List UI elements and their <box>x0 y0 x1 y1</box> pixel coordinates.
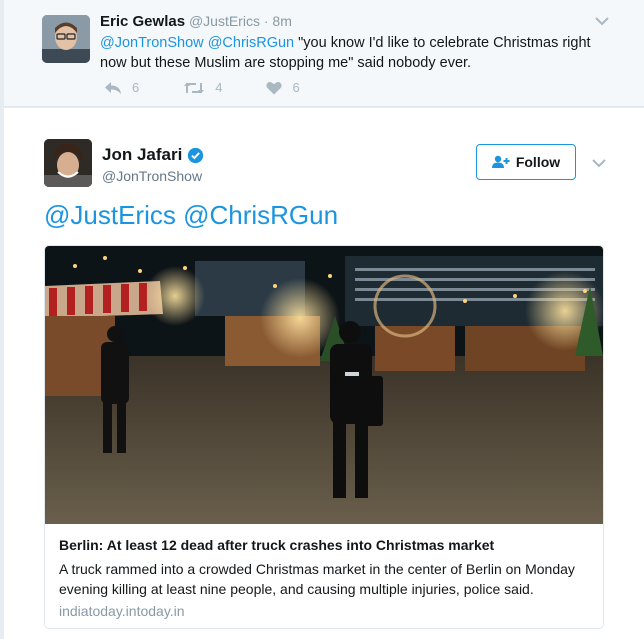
reply-author-name[interactable]: Eric Gewlas <box>100 13 185 30</box>
like-count: 6 <box>292 80 300 95</box>
follow-label: Follow <box>515 154 561 170</box>
like-button[interactable]: 6 <box>266 80 300 95</box>
card-body: Berlin: At least 12 dead after truck cra… <box>59 536 599 619</box>
retweet-count: 4 <box>215 80 223 95</box>
heart-icon <box>266 81 283 94</box>
card-description: A truck rammed into a crowded Christmas … <box>59 561 575 597</box>
link-card[interactable]: Berlin: At least 12 dead after truck cra… <box>44 245 604 629</box>
follow-button[interactable]: Follow <box>476 144 576 180</box>
reply-count: 6 <box>132 80 140 95</box>
author-handle[interactable]: @JonTronShow <box>102 168 202 184</box>
reply-icon <box>105 81 121 94</box>
retweet-icon <box>184 82 205 93</box>
mention-link[interactable]: @JonTronShow <box>100 35 204 51</box>
reply-separator: · <box>263 13 269 29</box>
add-user-icon <box>491 155 510 168</box>
main-avatar[interactable] <box>44 139 92 187</box>
card-title[interactable]: Berlin: At least 12 dead after truck cra… <box>59 536 599 555</box>
reply-button[interactable]: 6 <box>104 80 139 95</box>
reply-timestamp[interactable]: 8m <box>272 13 291 29</box>
chevron-down-icon[interactable] <box>594 14 610 28</box>
reply-tweet[interactable]: Eric Gewlas @JustErics · 8m @JonTronShow… <box>4 0 644 107</box>
chevron-down-icon[interactable] <box>591 156 607 170</box>
reply-avatar[interactable] <box>42 15 90 63</box>
tweet-text[interactable]: @JustErics @ChrisRGun <box>44 200 338 231</box>
retweet-button[interactable]: 4 <box>183 80 222 95</box>
author-name[interactable]: Jon Jafari <box>102 145 182 165</box>
author-name-row: Jon Jafari <box>102 145 204 165</box>
mention-link[interactable]: @ChrisRGun <box>208 35 294 51</box>
reply-header: Eric Gewlas @JustErics · 8m <box>100 13 292 30</box>
police-at-christmas-market-photo[interactable] <box>45 246 603 524</box>
main-tweet: Jon Jafari @JonTronShow Follow @JustEric… <box>4 108 644 639</box>
verified-badge-icon <box>188 147 204 163</box>
card-domain[interactable]: indiatoday.intoday.in <box>59 603 599 619</box>
reply-action-bar: 6 4 6 <box>104 80 344 95</box>
reply-text: @JonTronShow @ChrisRGun "you know I'd li… <box>100 33 620 73</box>
reply-author-handle[interactable]: @JustErics <box>189 13 260 29</box>
